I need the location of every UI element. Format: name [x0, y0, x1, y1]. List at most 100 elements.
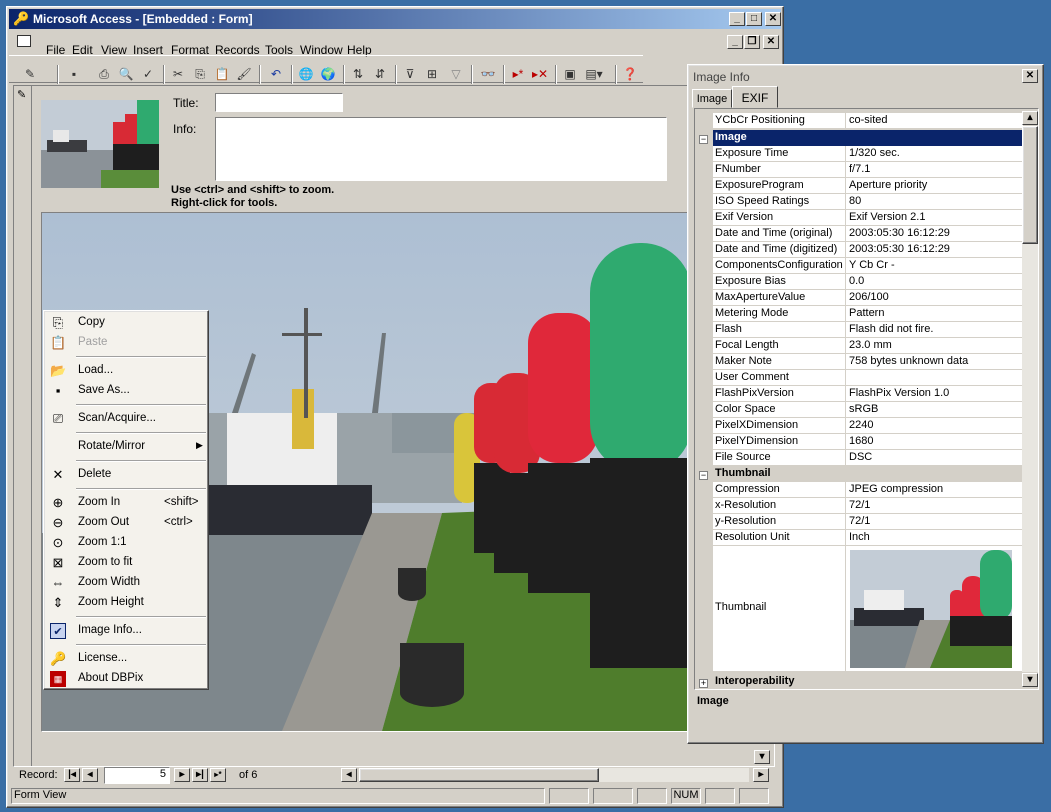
ctx-zoom-in[interactable]: ⊕ Zoom In <shift>	[44, 493, 208, 513]
web-toolbar-icon[interactable]: 🌍	[317, 64, 339, 84]
tab-image[interactable]: Image	[692, 89, 732, 108]
save-icon[interactable]: ▪	[63, 64, 85, 84]
last-record-button[interactable]: ▸|	[192, 768, 208, 782]
ctx-zoom-fit[interactable]: ⊠ Zoom to fit	[44, 553, 208, 573]
new-record-icon[interactable]: ▸*	[507, 64, 529, 84]
prop-row[interactable]: Maker Note 758 bytes unknown data	[713, 354, 1023, 370]
undo-icon[interactable]: ↶	[265, 64, 287, 84]
record-number-field[interactable]: 5	[104, 767, 170, 784]
prop-row[interactable]: Date and Time (original) 2003:05:30 16:12…	[713, 226, 1023, 242]
h-scrollbar[interactable]	[359, 768, 749, 782]
cut-icon[interactable]: ✂	[167, 64, 189, 84]
help-icon[interactable]: ❓	[619, 64, 641, 84]
ctx-zoom-11[interactable]: ⊙ Zoom 1:1	[44, 533, 208, 553]
doc-restore-button[interactable]: ❐	[744, 35, 760, 49]
ctx-image-info[interactable]: ✔ Image Info...	[44, 621, 208, 641]
prop-row[interactable]: Exif Version Exif Version 2.1	[713, 210, 1023, 226]
form-thumbnail[interactable]	[41, 100, 159, 188]
expand-interop-icon[interactable]: +	[699, 679, 708, 688]
delete-record-icon[interactable]: ▸✕	[529, 64, 551, 84]
prop-row[interactable]: x-Resolution 72/1	[713, 498, 1023, 514]
ctx-zoom-height[interactable]: ⇕ Zoom Height	[44, 593, 208, 613]
ctx-zoom-width[interactable]: ⇔ Zoom Width	[44, 573, 208, 593]
ctx-load[interactable]: 📂 Load...	[44, 361, 208, 381]
close-button[interactable]: ✕	[765, 12, 781, 26]
prop-row[interactable]: ComponentsConfiguration Y Cb Cr -	[713, 258, 1023, 274]
v-scrollbar[interactable]	[1022, 126, 1038, 672]
next-record-button[interactable]: ▸	[174, 768, 190, 782]
title-field[interactable]	[215, 93, 343, 112]
thumbnail-row[interactable]: Thumbnail	[713, 546, 1023, 672]
info-field[interactable]	[215, 117, 667, 181]
new-object-icon[interactable]: ▤▾	[583, 64, 605, 84]
form-scroll-down-button[interactable]: ▾	[754, 750, 770, 764]
prop-row[interactable]: MaxApertureValue 206/100	[713, 290, 1023, 306]
sort-ascending-icon[interactable]: ⇅	[347, 64, 369, 84]
h-scroll-right-button[interactable]: ▸	[753, 768, 769, 782]
prop-row[interactable]: PixelYDimension 1680	[713, 434, 1023, 450]
spelling-icon[interactable]: ✓	[137, 64, 159, 84]
prop-row[interactable]: YCbCr Positioning co-sited	[713, 113, 1023, 129]
prop-row[interactable]: Compression JPEG compression	[713, 482, 1023, 498]
insert-hyperlink-icon[interactable]: 🌐	[295, 64, 317, 84]
ctx-license[interactable]: 🔑 License...	[44, 649, 208, 669]
prop-row[interactable]: Focal Length 23.0 mm	[713, 338, 1023, 354]
ctx-delete[interactable]: ✕ Delete	[44, 465, 208, 485]
prop-row[interactable]: User Comment	[713, 370, 1023, 386]
v-scroll-thumb[interactable]	[1022, 126, 1038, 244]
v-scroll-down-button[interactable]: ▾	[1022, 673, 1038, 687]
copy-icon[interactable]: ⎘	[189, 64, 211, 84]
find-icon[interactable]: 👓	[477, 64, 499, 84]
ctx-copy[interactable]: ⎘ Copy	[44, 313, 208, 333]
ctx-rotate[interactable]: Rotate/Mirror ▶	[44, 437, 208, 457]
ctx-scan[interactable]: ⎚ Scan/Acquire...	[44, 409, 208, 429]
prop-row[interactable]: PixelXDimension 2240	[713, 418, 1023, 434]
collapse-image-icon[interactable]: −	[699, 135, 708, 144]
minimize-button[interactable]: _	[729, 12, 745, 26]
ctx-zoom-out[interactable]: ⊖ Zoom Out <ctrl>	[44, 513, 208, 533]
prop-row[interactable]: ISO Speed Ratings 80	[713, 194, 1023, 210]
print-icon[interactable]: ⎙	[93, 64, 115, 84]
doc-close-button[interactable]: ✕	[763, 35, 779, 49]
v-scroll-up-button[interactable]: ▴	[1022, 111, 1038, 125]
form-doc-icon[interactable]	[17, 35, 31, 47]
prop-row[interactable]: Color Space sRGB	[713, 402, 1023, 418]
access-title-bar[interactable]: 🔑 Microsoft Access - [Embedded : Form] _…	[9, 9, 781, 29]
design-view-icon[interactable]: ✎	[19, 64, 41, 84]
prop-row[interactable]: Resolution Unit Inch	[713, 530, 1023, 546]
format-painter-icon[interactable]: 🖌	[233, 64, 255, 84]
category-interoperability[interactable]: Interoperability	[713, 674, 1023, 689]
prop-row[interactable]: y-Resolution 72/1	[713, 514, 1023, 530]
prop-row[interactable]: File Source DSC	[713, 450, 1023, 466]
tab-exif[interactable]: EXIF	[732, 86, 778, 108]
category-image[interactable]: Image	[713, 130, 1023, 146]
apply-filter-icon[interactable]: ▽	[445, 64, 467, 84]
paste-icon[interactable]: 📋	[211, 64, 233, 84]
ctx-about[interactable]: ▦ About DBPix	[44, 669, 208, 689]
collapse-thumbnail-icon[interactable]: −	[699, 471, 708, 480]
sort-descending-icon[interactable]: ⇵	[369, 64, 391, 84]
image-info-title-bar[interactable]: Image Info ✕	[690, 67, 1041, 85]
prop-row[interactable]: Exposure Time 1/320 sec.	[713, 146, 1023, 162]
database-window-icon[interactable]: ▣	[559, 64, 581, 84]
image-info-close-button[interactable]: ✕	[1022, 69, 1038, 83]
maximize-button[interactable]: □	[746, 12, 762, 26]
h-scroll-thumb[interactable]	[359, 768, 599, 782]
first-record-button[interactable]: |◂	[64, 768, 80, 782]
prop-row[interactable]: Date and Time (digitized) 2003:05:30 16:1…	[713, 242, 1023, 258]
print-preview-icon[interactable]: 🔍	[115, 64, 137, 84]
prop-row[interactable]: Exposure Bias 0.0	[713, 274, 1023, 290]
filter-by-form-icon[interactable]: ⊞	[421, 64, 443, 84]
h-scroll-left-button[interactable]: ◂	[341, 768, 357, 782]
prop-row[interactable]: FlashPixVersion FlashPix Version 1.0	[713, 386, 1023, 402]
record-selector[interactable]: ✎	[14, 86, 32, 766]
prop-row[interactable]: Metering Mode Pattern	[713, 306, 1023, 322]
new-record-nav-button[interactable]: ▸*	[210, 768, 226, 782]
filter-by-selection-icon[interactable]: ⊽	[399, 64, 421, 84]
prop-row[interactable]: FNumber f/7.1	[713, 162, 1023, 178]
prop-row[interactable]: Flash Flash did not fire.	[713, 322, 1023, 338]
category-thumbnail[interactable]: Thumbnail	[713, 466, 1023, 482]
doc-minimize-button[interactable]: _	[727, 35, 743, 49]
prev-record-button[interactable]: ◂	[82, 768, 98, 782]
prop-row[interactable]: ExposureProgram Aperture priority	[713, 178, 1023, 194]
